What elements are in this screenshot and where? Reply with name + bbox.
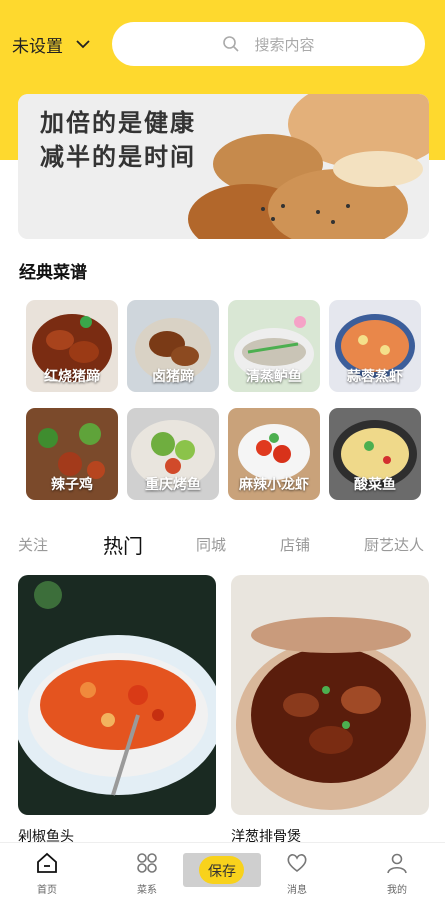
nav-message[interactable]: 消息 — [267, 851, 327, 896]
recipe-tile[interactable]: 蒜蓉蒸虾 — [329, 300, 421, 392]
nav-cuisine[interactable]: 菜系 — [117, 851, 177, 896]
nav-label: 消息 — [287, 885, 307, 896]
nav-home[interactable]: 首页 — [17, 851, 77, 896]
section-title: 经典菜谱 — [19, 263, 87, 283]
tab-local[interactable]: 同城 — [196, 534, 226, 555]
chevron-down-icon — [76, 40, 90, 49]
recipe-label: 麻辣小龙虾 — [239, 477, 309, 493]
search-input[interactable]: 搜索内容 — [112, 22, 425, 66]
heart-icon — [287, 854, 307, 873]
save-button[interactable]: 保存 — [183, 853, 261, 887]
tab-follow[interactable]: 关注 — [18, 534, 48, 555]
feed-image — [231, 575, 429, 815]
nav-label: 首页 — [37, 885, 57, 896]
feed-image — [18, 575, 216, 815]
tab-hot[interactable]: 热门 — [103, 530, 143, 559]
nav-label: 菜系 — [137, 885, 157, 896]
recipe-label: 卤猪蹄 — [152, 369, 194, 385]
search-placeholder: 搜索内容 — [254, 35, 315, 54]
feed-tabs: 关注 热门 同城 店铺 厨艺达人 — [0, 530, 445, 558]
nav-label: 我的 — [387, 885, 407, 896]
tab-chefs[interactable]: 厨艺达人 — [364, 534, 424, 555]
tab-shops[interactable]: 店铺 — [280, 534, 310, 555]
recipe-tile[interactable]: 卤猪蹄 — [127, 300, 219, 392]
recipe-tile[interactable]: 麻辣小龙虾 — [228, 408, 320, 500]
feed-card[interactable] — [18, 575, 216, 815]
search-icon — [223, 36, 240, 52]
recipe-tile[interactable]: 辣子鸡 — [26, 408, 118, 500]
grid-icon — [137, 853, 157, 873]
recipe-label: 蒜蓉蒸虾 — [347, 369, 403, 385]
banner-text: 加倍的是健康 减半的是时间 — [40, 106, 196, 174]
recipe-label: 辣子鸡 — [51, 477, 93, 493]
feed-card[interactable] — [231, 575, 429, 815]
location-label: 未设置 — [12, 36, 63, 57]
save-label: 保存 — [208, 864, 236, 880]
location-selector[interactable]: 未设置 — [12, 32, 91, 57]
user-icon — [387, 853, 407, 874]
banner-line-1: 加倍的是健康 — [40, 109, 196, 137]
promo-banner[interactable]: 加倍的是健康 减半的是时间 — [18, 94, 429, 239]
banner-line-2: 减半的是时间 — [40, 143, 196, 171]
recipe-tile[interactable]: 酸菜鱼 — [329, 408, 421, 500]
nav-mine[interactable]: 我的 — [367, 851, 427, 896]
recipe-tile[interactable]: 重庆烤鱼 — [127, 408, 219, 500]
recipe-tile[interactable]: 清蒸鲈鱼 — [228, 300, 320, 392]
home-icon — [37, 852, 57, 873]
recipe-label: 清蒸鲈鱼 — [246, 369, 302, 385]
recipe-label: 酸菜鱼 — [354, 477, 396, 493]
recipe-label: 重庆烤鱼 — [145, 477, 201, 493]
recipe-label: 红烧猪蹄 — [44, 369, 100, 385]
header: 未设置 搜索内容 — [0, 22, 445, 66]
recipe-tile[interactable]: 红烧猪蹄 — [26, 300, 118, 392]
